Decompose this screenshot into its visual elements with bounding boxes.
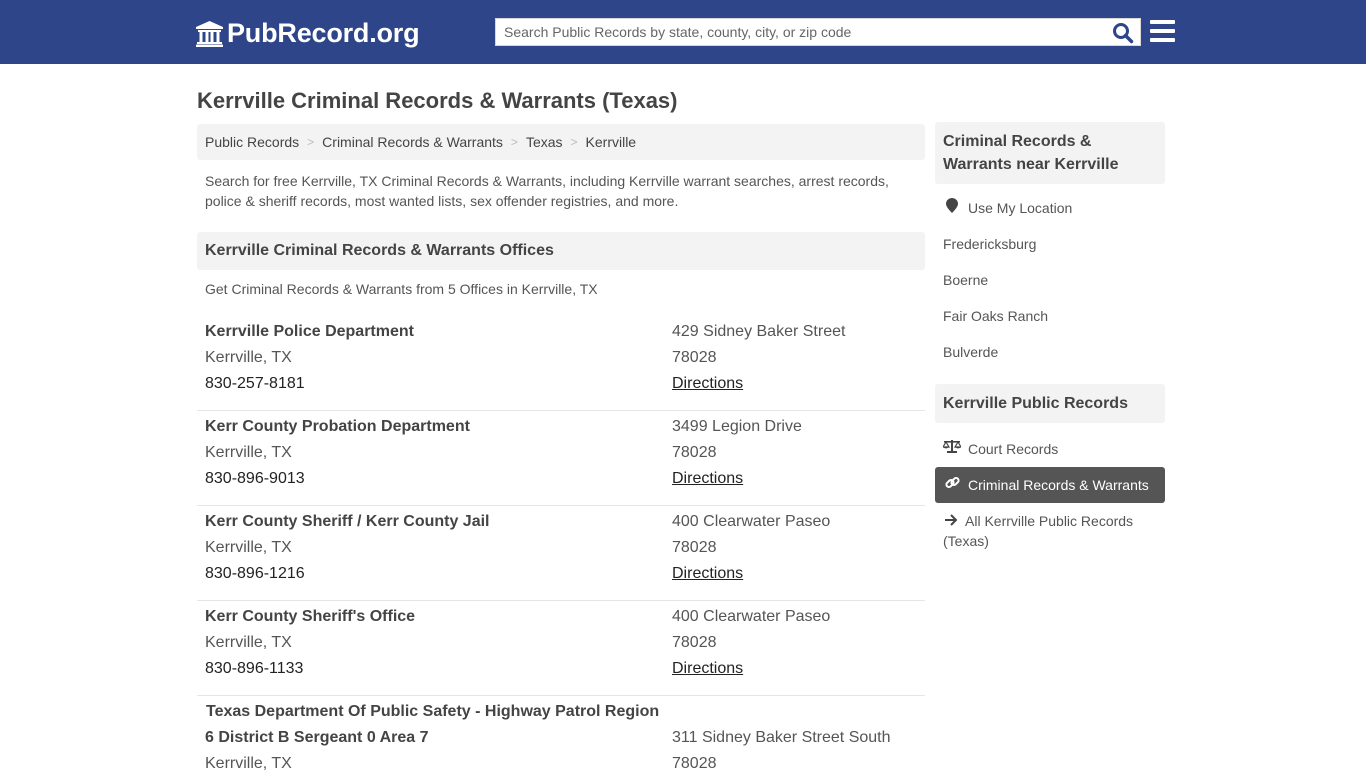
breadcrumb-separator: > [307,135,315,149]
public-records-list: Court Records Criminal Records & Warrant… [935,431,1165,551]
office-zip: 78028 [672,634,717,651]
arrow-right-icon [943,514,959,526]
courthouse-icon [196,20,223,47]
office-item: Kerr County Probation Department Kerrvil… [197,411,925,506]
all-public-records-label: All Kerrville Public Records (Texas) [943,513,1134,549]
criminal-records-label: Criminal Records & Warrants [968,477,1149,493]
breadcrumb-criminal-records[interactable]: Criminal Records & Warrants [322,134,503,150]
office-city: Kerrville, TX [205,539,292,556]
office-address: 400 Clearwater Paseo [672,513,831,530]
office-name-continued: 6 District B Sergeant 0 Area 7 [205,729,429,746]
nearby-city-link[interactable]: Bulverde [935,334,1165,370]
office-phone: 830-896-1133 [205,660,304,677]
nearby-city-link[interactable]: Fredericksburg [935,226,1165,262]
search-box [495,18,1141,46]
court-records-link[interactable]: Court Records [935,431,1165,467]
hamburger-menu-button[interactable] [1150,20,1175,42]
office-zip: 78028 [672,349,717,366]
breadcrumb-texas[interactable]: Texas [526,134,563,150]
office-address: 3499 Legion Drive [672,418,802,435]
directions-link[interactable]: Directions [672,660,743,677]
office-zip: 78028 [672,539,717,556]
offices-section-heading: Kerrville Criminal Records & Warrants Of… [197,232,925,270]
office-city: Kerrville, TX [205,444,292,461]
office-phone: 830-896-9013 [205,470,305,487]
criminal-records-link-active[interactable]: Criminal Records & Warrants [935,467,1165,503]
use-my-location-link[interactable]: Use My Location [935,190,1165,226]
office-item: Kerr County Sheriff / Kerr County Jail K… [197,506,925,601]
office-list: Kerrville Police Department Kerrville, T… [197,316,925,777]
office-item: Texas Department Of Public Safety - High… [197,696,925,777]
page-title: Kerrville Criminal Records & Warrants (T… [197,88,678,113]
menu-bar [1150,38,1175,42]
office-name: Texas Department Of Public Safety - High… [206,703,660,720]
public-records-heading: Kerrville Public Records [935,384,1165,423]
office-address: 429 Sidney Baker Street [672,323,846,340]
sidebar: Criminal Records & Warrants near Kerrvil… [935,122,1165,551]
office-item: Kerrville Police Department Kerrville, T… [197,316,925,411]
nearby-city-link[interactable]: Boerne [935,262,1165,298]
breadcrumb-separator: > [510,135,518,149]
office-city: Kerrville, TX [205,755,292,772]
menu-bar [1150,20,1175,24]
office-name: Kerr County Probation Department [205,418,470,435]
search-input[interactable] [496,19,1106,45]
directions-link[interactable]: Directions [672,375,743,392]
search-icon [1113,23,1134,44]
all-public-records-link[interactable]: All Kerrville Public Records (Texas) [935,503,1165,551]
office-zip: 78028 [672,444,717,461]
breadcrumb-separator: > [570,135,578,149]
site-logo[interactable]: PubRecord.org [196,18,420,49]
search-button[interactable] [1112,22,1134,44]
office-zip: 78028 [672,755,717,772]
balance-scale-icon [943,439,961,453]
office-city: Kerrville, TX [205,349,292,366]
offices-count-note: Get Criminal Records & Warrants from 5 O… [205,281,598,297]
breadcrumb-public-records[interactable]: Public Records [205,134,299,150]
link-icon [943,475,961,490]
office-name: Kerr County Sheriff's Office [205,608,416,625]
use-my-location-label: Use My Location [968,200,1073,216]
court-records-label: Court Records [968,441,1059,457]
office-item: Kerr County Sheriff's Office Kerrville, … [197,601,925,696]
office-name: Kerrville Police Department [205,323,414,340]
menu-bar [1150,29,1175,33]
nearby-list: Use My Location Fredericksburg Boerne Fa… [935,190,1165,370]
top-navigation-bar: PubRecord.org [0,0,1366,64]
breadcrumb: Public Records > Criminal Records & Warr… [197,124,925,160]
office-address: 311 Sidney Baker Street South [672,729,891,746]
directions-link[interactable]: Directions [672,470,743,487]
nearby-city-link[interactable]: Fair Oaks Ranch [935,298,1165,334]
logo-text: PubRecord.org [227,18,420,48]
office-phone: 830-896-1216 [205,565,305,582]
directions-link[interactable]: Directions [672,565,743,582]
intro-text: Search for free Kerrville, TX Criminal R… [205,173,889,209]
office-city: Kerrville, TX [205,634,292,651]
breadcrumb-kerrville[interactable]: Kerrville [586,134,637,150]
office-name: Kerr County Sheriff / Kerr County Jail [205,513,490,530]
map-marker-icon [943,198,961,213]
office-phone: 830-257-8181 [205,375,305,392]
nearby-heading: Criminal Records & Warrants near Kerrvil… [935,122,1165,184]
office-address: 400 Clearwater Paseo [672,608,831,625]
